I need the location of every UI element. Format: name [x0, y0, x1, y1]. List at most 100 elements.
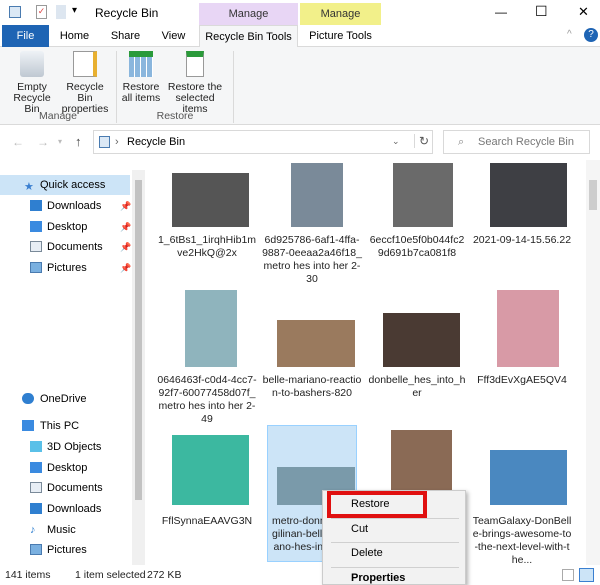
menu-properties[interactable]: Properties — [351, 572, 405, 584]
tab-view[interactable]: View — [151, 25, 196, 47]
customize-toolbar-icon[interactable]: ▾ — [72, 5, 77, 16]
navigation-pane: ★ Quick access Downloads 📌 Desktop 📌 Docume… — [0, 170, 145, 565]
nav-scrollbar[interactable] — [132, 170, 145, 565]
file-thumbnail[interactable] — [172, 435, 249, 505]
documents-icon — [30, 241, 42, 252]
recent-locations-icon[interactable]: ▾ — [58, 137, 62, 146]
file-name[interactable]: 6eccf10e5f0b044fc29d691b7ca081f8 — [367, 234, 467, 260]
breadcrumb-recycle-bin[interactable]: Recycle Bin — [127, 136, 185, 148]
pin-icon[interactable]: 📌 — [120, 237, 131, 257]
restore-selected-items-button[interactable]: Restore the selected items — [163, 51, 227, 115]
back-button[interactable]: ← — [12, 135, 24, 149]
recycle-bin-properties-button[interactable]: Recycle Bin properties — [58, 51, 112, 115]
collapse-ribbon-icon[interactable]: ^ — [567, 29, 572, 40]
minimize-button[interactable]: — — [495, 5, 507, 19]
file-name[interactable]: 0646463f-c0d4-4cc7-92f7-60077458d07f_met… — [157, 374, 257, 426]
tab-share[interactable]: Share — [103, 25, 148, 47]
computer-icon — [22, 420, 34, 431]
menu-separator — [331, 567, 459, 568]
nav-downloads-pc[interactable]: Downloads — [0, 499, 130, 519]
ribbon-tabs: File Home Share View Recycle Bin Tools P… — [0, 25, 600, 48]
tab-picture-tools[interactable]: Picture Tools — [300, 25, 381, 47]
file-thumbnail[interactable] — [185, 290, 237, 367]
nav-music[interactable]: ♪ Music — [0, 520, 130, 540]
address-dropdown-icon[interactable]: ⌄ — [392, 136, 400, 147]
title-bar: ✓ ▾ Recycle Bin Manage Manage — ☐ ✕ — [0, 0, 600, 25]
menu-restore[interactable]: Restore — [351, 498, 390, 510]
download-icon — [30, 200, 42, 211]
file-thumbnail[interactable] — [291, 163, 343, 227]
restore-all-items-button[interactable]: Restore all items — [119, 51, 163, 104]
large-icons-view-button[interactable] — [579, 568, 594, 582]
cloud-icon — [22, 393, 34, 404]
search-input[interactable]: ⌕ Search Recycle Bin — [443, 130, 590, 154]
details-view-button[interactable] — [562, 569, 574, 581]
breadcrumb-separator-icon: › — [115, 136, 119, 148]
file-name[interactable]: TeamGalaxy-DonBelle-brings-awesome-to-th… — [472, 515, 572, 567]
menu-cut[interactable]: Cut — [351, 523, 368, 535]
ribbon: Empty Recycle Bin Recycle Bin properties M… — [0, 47, 600, 125]
restore-all-icon — [129, 51, 153, 77]
up-button[interactable]: ↑ — [75, 134, 82, 149]
group-label-restore: Restore — [156, 110, 194, 122]
recycle-bin-icon — [9, 6, 21, 18]
file-thumbnail[interactable] — [393, 163, 453, 227]
recycle-bin-icon — [20, 51, 44, 77]
file-thumbnail[interactable] — [490, 163, 567, 227]
pin-icon[interactable]: 📌 — [120, 217, 131, 237]
desktop-icon — [30, 221, 42, 232]
desktop-icon — [30, 462, 42, 473]
tab-recycle-bin-tools[interactable]: Recycle Bin Tools — [199, 25, 298, 48]
forward-button[interactable]: → — [37, 135, 49, 149]
pin-icon[interactable]: 📌 — [120, 258, 131, 278]
nav-quick-access[interactable]: ★ Quick access — [0, 175, 130, 195]
nav-documents[interactable]: Documents 📌 — [0, 237, 131, 257]
file-name[interactable]: belle-mariano-reaction-to-bashers-820 — [262, 374, 362, 400]
music-icon: ♪ — [30, 524, 36, 536]
manage-group-recycle: Manage — [199, 3, 298, 25]
nav-pictures-pc[interactable]: Pictures — [0, 540, 130, 560]
pin-icon[interactable]: 📌 — [120, 196, 131, 216]
nav-desktop-pc[interactable]: Desktop — [0, 458, 130, 478]
properties-quick-icon[interactable]: ✓ — [36, 5, 47, 19]
content-scrollbar[interactable] — [586, 160, 600, 565]
nav-downloads[interactable]: Downloads 📌 — [0, 196, 131, 216]
menu-separator — [331, 542, 459, 543]
item-count: 141 items — [5, 569, 51, 581]
nav-desktop[interactable]: Desktop 📌 — [0, 217, 131, 237]
menu-delete[interactable]: Delete — [351, 547, 383, 559]
maximize-button[interactable]: ☐ — [535, 3, 548, 20]
tab-file[interactable]: File — [2, 25, 49, 47]
nav-onedrive[interactable]: OneDrive — [0, 389, 130, 409]
file-thumbnail[interactable] — [172, 173, 249, 227]
file-name[interactable]: 2021-09-14-15.56.22 — [472, 234, 572, 247]
file-name[interactable]: Fff3dEvXgAE5QV4 — [472, 374, 572, 387]
file-name[interactable]: FflSynnaEAAVG3N — [157, 515, 257, 528]
nav-documents-pc[interactable]: Documents — [0, 478, 130, 498]
pictures-icon — [30, 544, 42, 555]
search-icon: ⌕ — [458, 136, 465, 148]
file-thumbnail[interactable] — [383, 313, 460, 367]
nav-3d-objects[interactable]: 3D Objects — [0, 437, 130, 457]
selected-size: 272 KB — [147, 569, 182, 581]
help-icon[interactable]: ? — [584, 28, 598, 42]
file-thumbnail[interactable] — [277, 320, 355, 367]
documents-icon — [30, 482, 42, 493]
file-name[interactable]: 6d925786-6af1-4ffa-9887-0eeaa2a46f18_met… — [262, 234, 362, 286]
status-bar: 141 items 1 item selected 272 KB — [0, 565, 600, 585]
window-title: Recycle Bin — [95, 6, 159, 20]
empty-recycle-bin-button[interactable]: Empty Recycle Bin — [6, 51, 58, 115]
close-button[interactable]: ✕ — [578, 4, 589, 20]
file-thumbnail[interactable] — [490, 450, 567, 505]
file-name[interactable]: 1_6tBs1_1irqhHib1mve2HkQ@2x — [157, 234, 257, 260]
pictures-icon — [30, 262, 42, 273]
properties-icon — [73, 51, 97, 77]
nav-pictures[interactable]: Pictures 📌 — [0, 258, 131, 278]
address-bar[interactable]: › Recycle Bin ⌄ ↻ — [93, 130, 433, 154]
new-folder-quick-icon[interactable] — [56, 5, 66, 19]
tab-home[interactable]: Home — [52, 25, 97, 47]
file-name[interactable]: donbelle_hes_into_her — [367, 374, 467, 400]
file-thumbnail[interactable] — [497, 290, 559, 367]
refresh-button[interactable]: ↻ — [414, 134, 429, 148]
nav-this-pc[interactable]: This PC — [0, 416, 130, 436]
